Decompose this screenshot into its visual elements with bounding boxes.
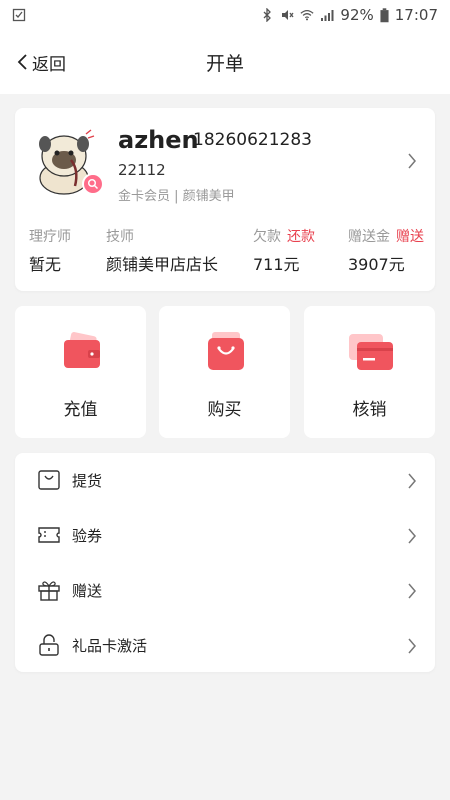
- notification-icon: [12, 8, 26, 22]
- chevron-right-icon: [408, 473, 416, 488]
- technician-value: 颜铺美甲店店长: [106, 255, 219, 274]
- chevron-left-icon: [17, 54, 27, 70]
- redeem-button[interactable]: 核销: [304, 306, 435, 438]
- member-level: 金卡会员 | 颜铺美甲: [118, 189, 235, 204]
- lock-icon: [39, 634, 59, 656]
- repay-link[interactable]: 还款: [287, 229, 315, 245]
- card-icon: [349, 334, 393, 370]
- page-title: 开单: [205, 52, 244, 75]
- chevron-right-icon: [408, 583, 416, 598]
- gift-balance-label: 赠送金 赠送: [348, 229, 424, 245]
- avatar-badge: [82, 173, 104, 195]
- mute-icon: [282, 10, 294, 20]
- signal-icon: [321, 10, 334, 21]
- menu-item-pickup[interactable]: 提货: [15, 453, 435, 508]
- wifi-icon: [300, 10, 314, 21]
- menu-item-gift-card-activation[interactable]: 礼品卡激活: [15, 618, 435, 673]
- member-id: 22112: [118, 161, 166, 179]
- search-icon: [87, 178, 99, 190]
- therapist-label: 理疗师: [29, 229, 71, 245]
- status-time: 17:07: [394, 6, 438, 24]
- menu-label-gift-card-activation: 礼品卡激活: [72, 637, 148, 655]
- debt-value: 711元: [253, 255, 300, 274]
- chevron-right-icon: [408, 528, 416, 543]
- back-label: 返回: [32, 54, 66, 75]
- battery-icon: [380, 7, 389, 22]
- therapist-value: 暂无: [29, 255, 62, 274]
- purchase-label: 购买: [207, 400, 242, 420]
- recharge-button[interactable]: 充值: [15, 306, 146, 438]
- member-name: azhen: [118, 126, 199, 154]
- bluetooth-icon: [263, 8, 272, 22]
- bag-icon: [38, 470, 60, 490]
- chevron-right-icon: [408, 153, 416, 169]
- menu-label-pickup: 提货: [72, 472, 103, 490]
- gift-link[interactable]: 赠送: [396, 229, 424, 245]
- menu-item-gift[interactable]: 赠送: [15, 563, 435, 618]
- purchase-button[interactable]: 购买: [159, 306, 290, 438]
- chevron-right-icon: [408, 638, 416, 653]
- redeem-label: 核销: [352, 400, 387, 420]
- gift-balance-value: 3907元: [348, 255, 405, 274]
- menu-label-verify-coupon: 验券: [72, 527, 103, 545]
- debt-label: 欠款 还款: [253, 229, 315, 245]
- back-button[interactable]: 返回: [16, 30, 66, 94]
- battery-percent: 92%: [340, 6, 374, 24]
- wallet-icon: [64, 332, 100, 368]
- member-phone: 18260621283: [193, 130, 312, 150]
- menu-label-gift: 赠送: [72, 582, 103, 600]
- gift-icon: [38, 581, 60, 601]
- technician-label: 技师: [106, 229, 134, 245]
- menu-item-verify-coupon[interactable]: 验券: [15, 508, 435, 563]
- shopping-bag-icon: [208, 332, 244, 370]
- menu-list: 提货 验券 赠送 礼品卡激活: [15, 453, 435, 672]
- recharge-label: 充值: [63, 400, 98, 420]
- page-header: 返回 开单: [0, 30, 450, 94]
- member-profile-card[interactable]: azhen 18260621283 22112 金卡会员 | 颜铺美甲 理疗师 …: [15, 108, 435, 291]
- status-bar: 92% 17:07: [0, 0, 450, 30]
- coupon-icon: [38, 527, 60, 543]
